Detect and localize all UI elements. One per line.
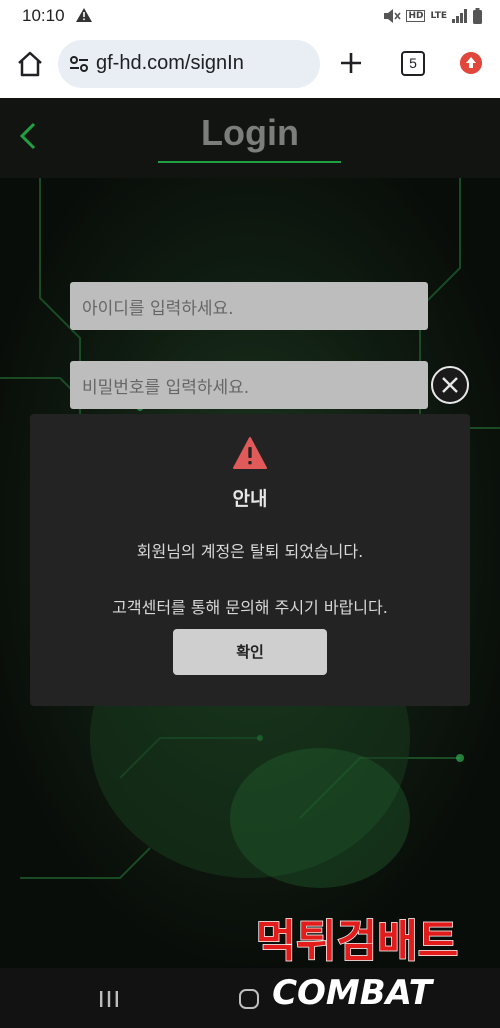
alert-icon [76,8,92,22]
title-underline [158,161,341,163]
browser-toolbar: gf-hd.com/signIn 5 [0,32,500,98]
password-input[interactable]: 비밀번호를 입력하세요. [70,361,428,409]
signal-icon [452,9,467,23]
svg-text:먹튀검배트: 먹튀검배트 [256,916,458,967]
status-bar: 10:10 HD LTE [0,0,500,32]
user-id-input[interactable]: 아이디를 입력하세요. [70,282,428,330]
status-icons: HD LTE [383,6,482,26]
status-time: 10:10 [22,6,65,25]
warning-icon [233,437,267,469]
lte-label: LTE [430,11,447,21]
login-header: Login [0,98,500,178]
battery-icon [473,8,482,24]
dialog-message-line2: 고객센터를 통해 문의해 주시기 바랍니다. [112,598,388,617]
svg-text:COMBAT: COMBAT [272,973,435,1013]
confirm-button[interactable]: 확인 [173,629,327,675]
hd-voice-label: HD [406,10,426,22]
address-bar[interactable]: gf-hd.com/signIn [58,40,320,88]
web-page: Login 아이디를 입력하세요. 비밀번호를 입력하세요. 안내 회원님의 계… [0,98,500,968]
mute-icon [384,9,402,23]
update-icon[interactable] [460,52,482,74]
notice-dialog: 안내 회원님의 계정은 탈퇴 되었습니다. 고객센터를 통해 문의해 주시기 바… [30,414,470,706]
clear-circle-icon[interactable] [430,365,470,405]
site-settings-icon[interactable] [68,54,90,74]
watermark-logo: 먹튀검배트 COMBAT [255,915,459,1014]
dialog-title: 안내 [232,488,268,510]
home-icon[interactable] [16,50,44,78]
url-text: gf-hd.com/signIn [96,52,244,74]
page-title: Login [201,112,299,153]
dialog-message-line1: 회원님의 계정은 탈퇴 되었습니다. [136,542,364,561]
tab-switcher-button[interactable]: 5 [401,51,425,76]
recent-apps-icon[interactable] [98,990,120,1008]
new-tab-icon[interactable] [338,50,364,76]
